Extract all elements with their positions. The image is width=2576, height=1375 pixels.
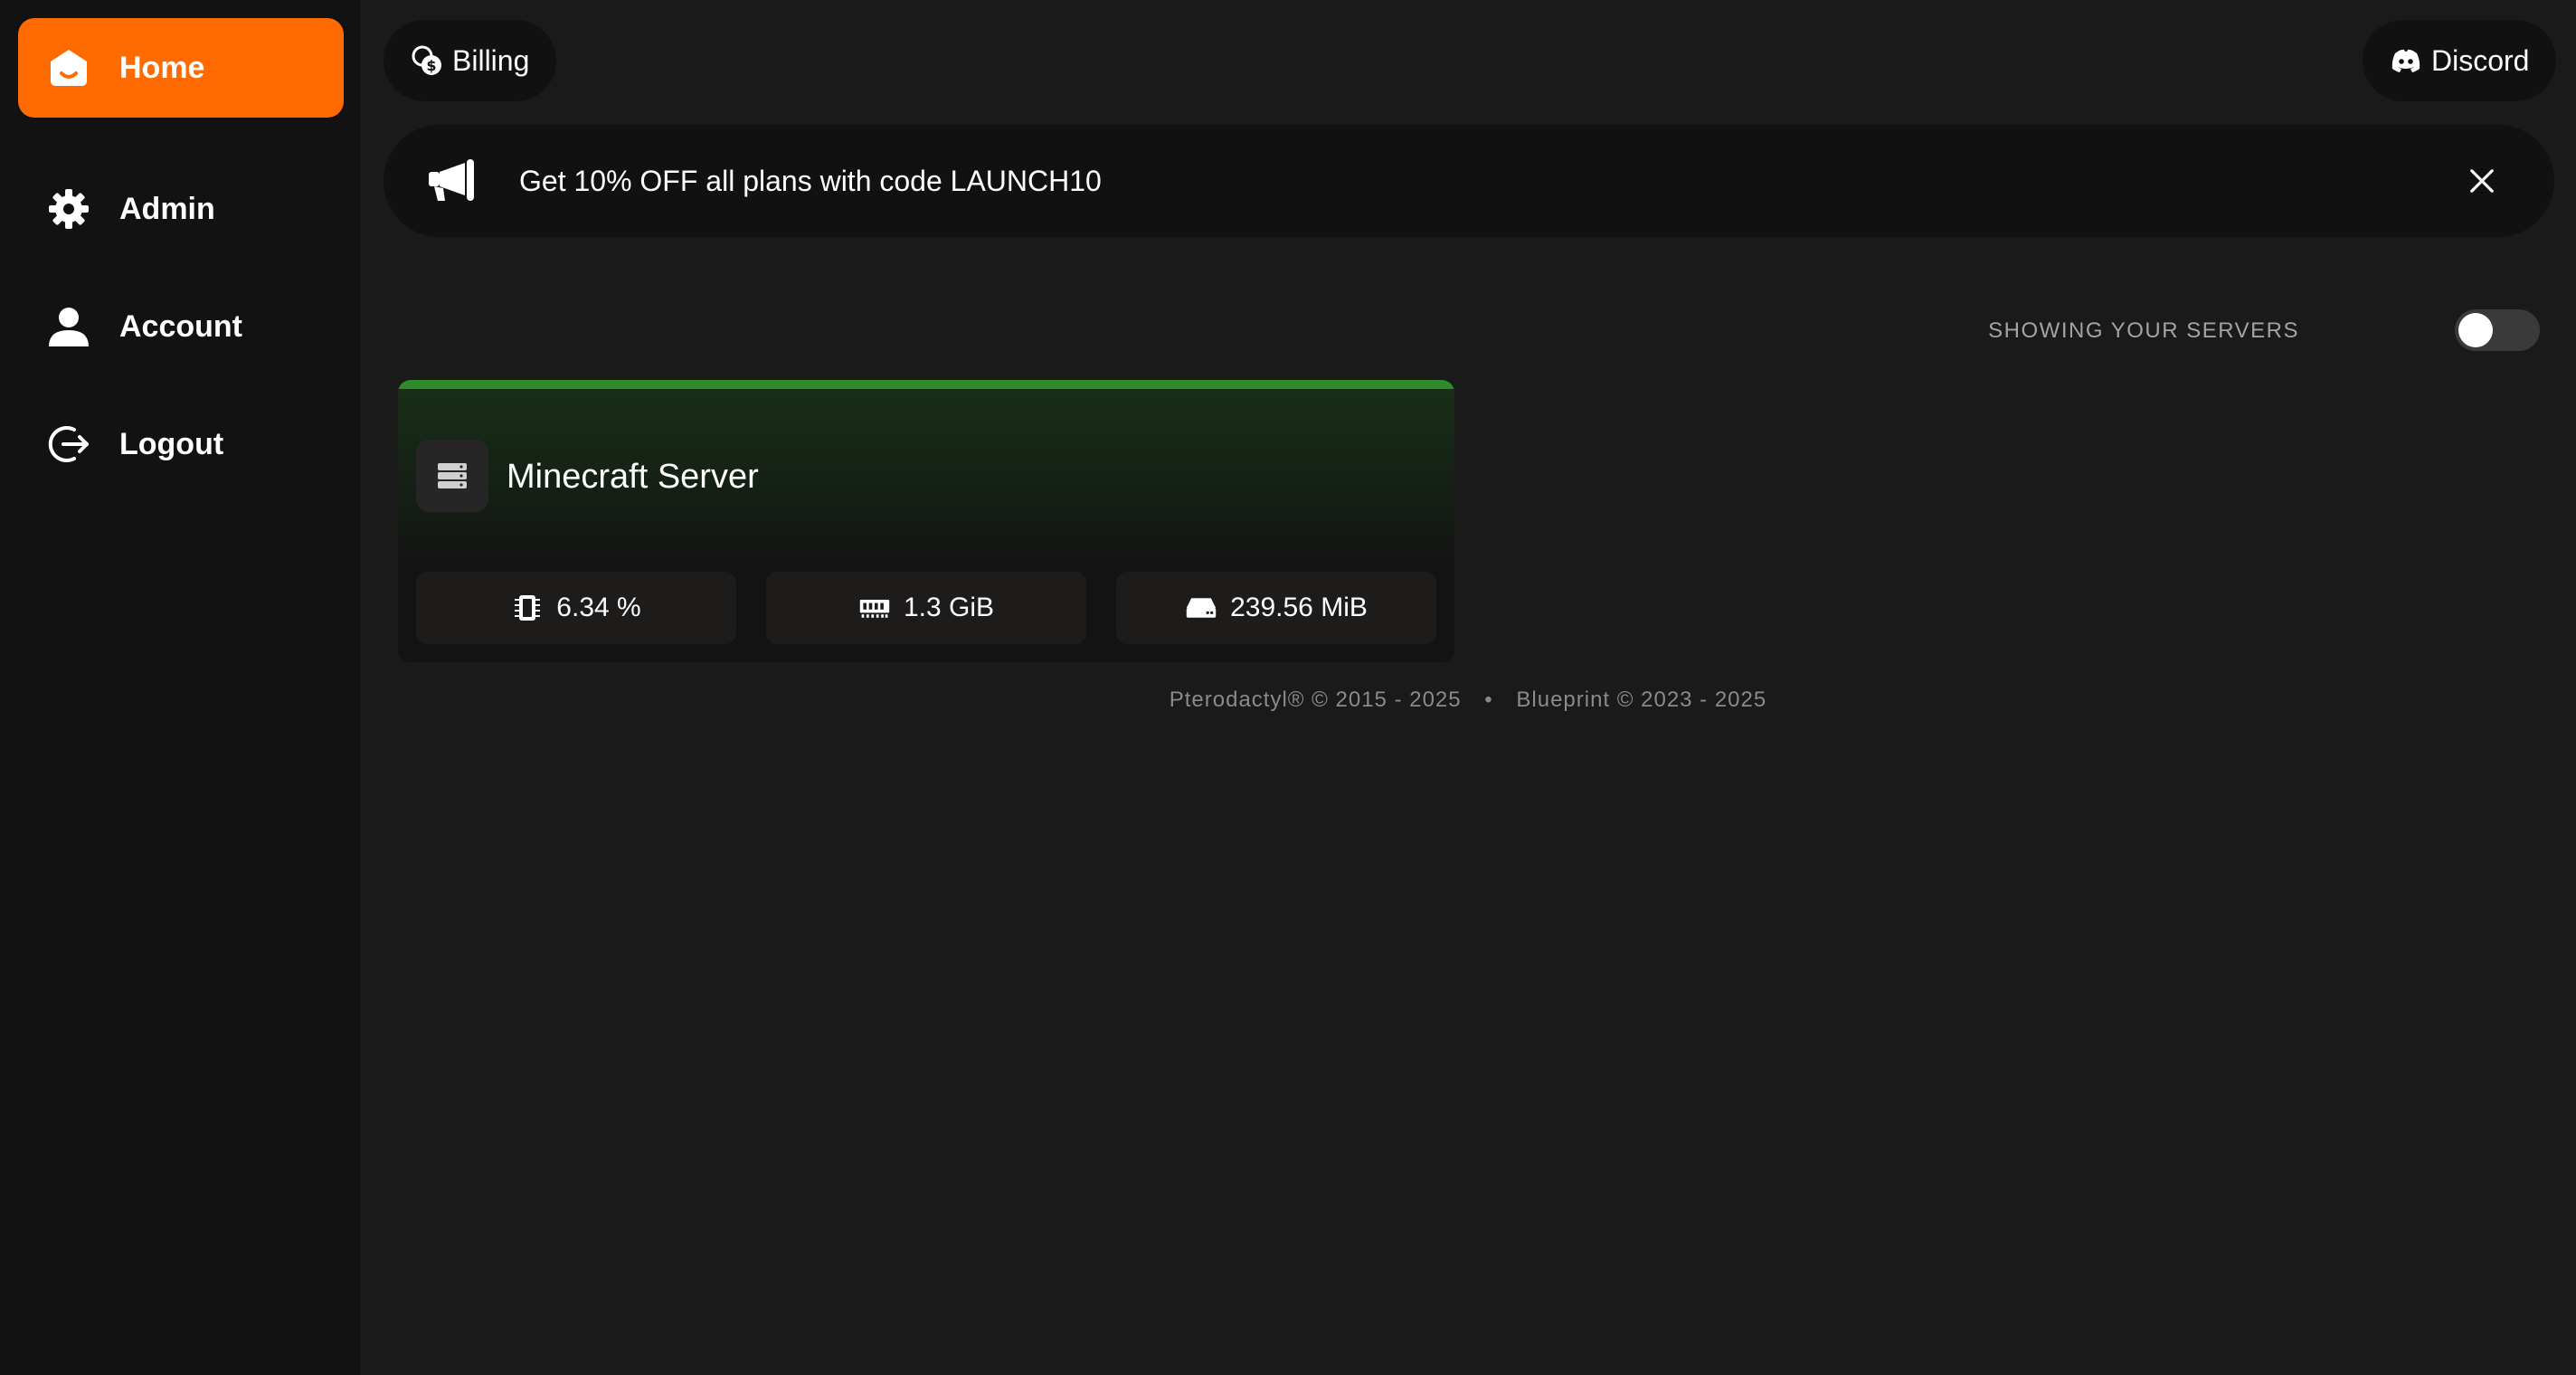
gear-icon bbox=[47, 187, 90, 231]
megaphone-icon bbox=[429, 159, 474, 201]
cpu-icon bbox=[515, 595, 541, 621]
footer-separator: • bbox=[1484, 688, 1493, 712]
discord-button[interactable]: Discord bbox=[2363, 20, 2557, 101]
billing-coins-icon: $ bbox=[412, 45, 441, 75]
sidebar-item-label: Admin bbox=[119, 191, 215, 226]
sidebar-item-label: Logout bbox=[119, 426, 224, 461]
close-announcement-button[interactable] bbox=[2460, 159, 2504, 203]
server-icon bbox=[438, 463, 467, 488]
show-all-servers-toggle[interactable] bbox=[2455, 309, 2540, 351]
server-card[interactable]: Minecraft Server 6.34 % 1.3 GiB 239.56 M… bbox=[398, 380, 1454, 662]
server-status-bar bbox=[398, 380, 1454, 389]
disk-icon bbox=[1186, 598, 1217, 618]
disk-value: 239.56 MiB bbox=[1230, 593, 1368, 622]
announcement-banner: Get 10% OFF all plans with code LAUNCH10 bbox=[384, 125, 2554, 237]
toggle-knob bbox=[2458, 313, 2493, 347]
svg-text:$: $ bbox=[426, 57, 436, 74]
cpu-value: 6.34 % bbox=[556, 593, 641, 622]
sidebar-item-account[interactable]: Account bbox=[18, 277, 344, 376]
sidebar-item-home[interactable]: Home bbox=[18, 18, 344, 118]
user-icon bbox=[47, 305, 90, 348]
sidebar-item-label: Account bbox=[119, 308, 242, 344]
memory-value: 1.3 GiB bbox=[903, 593, 995, 622]
server-icon-box bbox=[416, 440, 488, 512]
home-icon bbox=[47, 46, 90, 90]
announcement-text: Get 10% OFF all plans with code LAUNCH10 bbox=[519, 164, 1102, 197]
discord-label: Discord bbox=[2431, 43, 2530, 77]
sidebar-item-admin[interactable]: Admin bbox=[18, 159, 344, 259]
cpu-stat: 6.34 % bbox=[416, 572, 736, 644]
logout-icon bbox=[47, 422, 90, 466]
sidebar-item-label: Home bbox=[119, 50, 205, 85]
memory-stat: 1.3 GiB bbox=[766, 572, 1086, 644]
memory-icon bbox=[859, 600, 890, 618]
disk-stat: 239.56 MiB bbox=[1116, 572, 1436, 644]
billing-label: Billing bbox=[452, 43, 530, 77]
discord-icon bbox=[2391, 49, 2420, 72]
blueprint-copyright: Blueprint © 2023 - 2025 bbox=[1516, 688, 1767, 712]
server-filter-label: SHOWING YOUR SERVERS bbox=[1988, 318, 2299, 343]
billing-button[interactable]: $ Billing bbox=[384, 20, 557, 101]
close-icon bbox=[2470, 169, 2494, 193]
pterodactyl-copyright: Pterodactyl® © 2015 - 2025 bbox=[1169, 688, 1462, 712]
server-name: Minecraft Server bbox=[507, 458, 759, 496]
footer: Pterodactyl® © 2015 - 2025 • Blueprint ©… bbox=[0, 688, 2576, 713]
sidebar-item-logout[interactable]: Logout bbox=[18, 394, 344, 494]
